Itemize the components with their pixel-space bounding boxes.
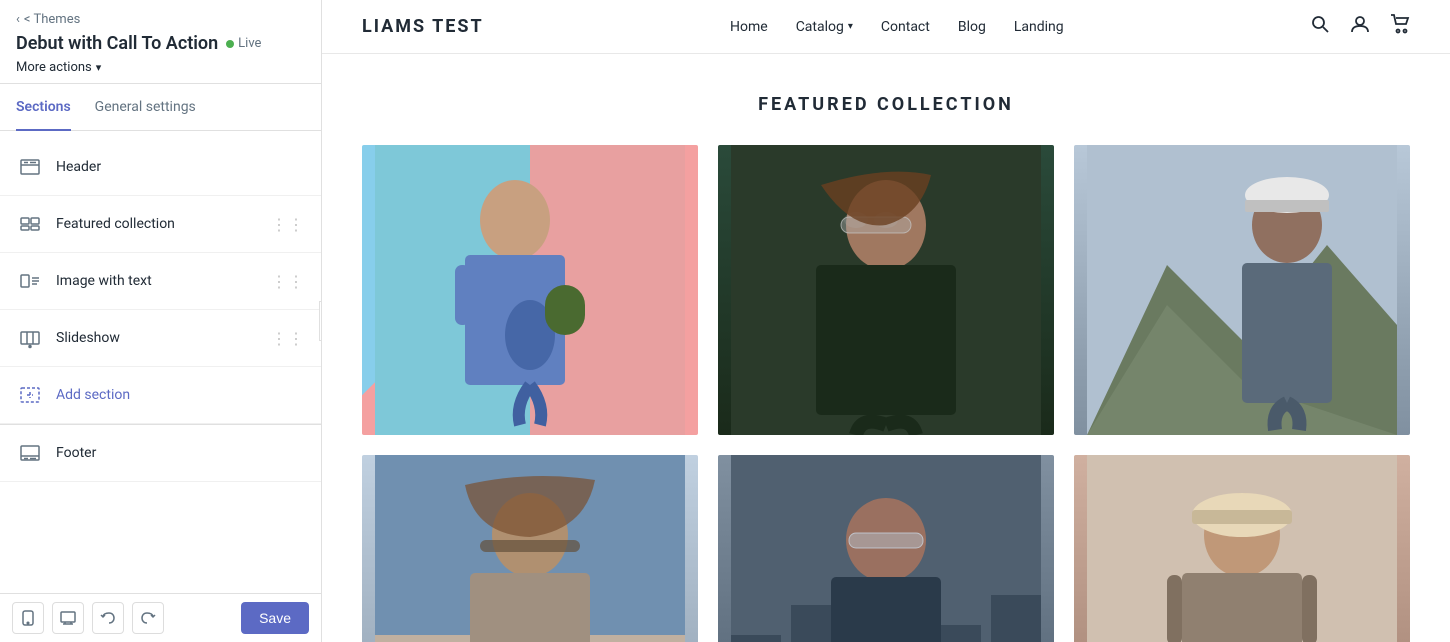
section-slideshow-label: Slideshow bbox=[56, 330, 271, 346]
section-item-slideshow[interactable]: Slideshow ⋮⋮ bbox=[0, 310, 321, 367]
store-nav: Home Catalog ▾ Contact Blog Landing bbox=[730, 19, 1064, 35]
sidebar-collapse-handle[interactable]: ‹ bbox=[319, 301, 322, 341]
product-card-3[interactable] bbox=[1074, 145, 1410, 435]
image-text-icon bbox=[16, 267, 44, 295]
section-item-image-with-text[interactable]: Image with text ⋮⋮ bbox=[0, 253, 321, 310]
undo-button[interactable] bbox=[92, 602, 124, 634]
store-logo: LIAMS TEST bbox=[362, 16, 484, 37]
nav-blog[interactable]: Blog bbox=[958, 19, 986, 35]
nav-catalog[interactable]: Catalog ▾ bbox=[796, 19, 853, 35]
product-image-2 bbox=[718, 145, 1054, 435]
collection-icon bbox=[16, 210, 44, 238]
more-actions-button[interactable]: More actions ▾ bbox=[16, 60, 305, 75]
desktop-preview-button[interactable] bbox=[52, 602, 84, 634]
product-card-4[interactable] bbox=[362, 455, 698, 642]
store-icons bbox=[1310, 14, 1410, 39]
sidebar-header: ‹ < Themes Debut with Call To Action Liv… bbox=[0, 0, 321, 84]
back-link[interactable]: ‹ < Themes bbox=[16, 12, 305, 27]
nav-landing[interactable]: Landing bbox=[1014, 19, 1064, 35]
drag-handle-image-text[interactable]: ⋮⋮ bbox=[271, 272, 305, 291]
footer-icon bbox=[16, 439, 44, 467]
featured-collection-section: FEATURED COLLECTION bbox=[322, 54, 1450, 642]
header-icon bbox=[16, 153, 44, 181]
section-featured-label: Featured collection bbox=[56, 216, 271, 232]
catalog-dropdown-icon: ▾ bbox=[848, 21, 853, 32]
nav-home[interactable]: Home bbox=[730, 19, 768, 35]
product-card-5[interactable] bbox=[718, 455, 1054, 642]
nav-contact[interactable]: Contact bbox=[881, 19, 930, 35]
add-section-icon bbox=[16, 381, 44, 409]
tab-general-settings[interactable]: General settings bbox=[95, 85, 196, 131]
add-section-button[interactable]: Add section bbox=[0, 367, 321, 424]
tabs-bar: Sections General settings bbox=[0, 84, 321, 131]
bottom-bar: Save bbox=[0, 593, 321, 642]
section-item-header[interactable]: Header bbox=[0, 139, 321, 196]
sidebar: ‹ < Themes Debut with Call To Action Liv… bbox=[0, 0, 322, 642]
add-section-label: Add section bbox=[56, 387, 130, 403]
redo-button[interactable] bbox=[132, 602, 164, 634]
product-card-6[interactable] bbox=[1074, 455, 1410, 642]
mobile-preview-button[interactable] bbox=[12, 602, 44, 634]
sections-list: Header Featured collection ⋮⋮ bbox=[0, 131, 321, 593]
account-icon[interactable] bbox=[1350, 14, 1370, 39]
section-item-footer[interactable]: Footer bbox=[0, 424, 321, 482]
live-badge: Live bbox=[226, 36, 261, 51]
theme-title: Debut with Call To Action Live bbox=[16, 33, 305, 54]
product-image-3 bbox=[1074, 145, 1410, 435]
featured-collection-title: FEATURED COLLECTION bbox=[362, 94, 1410, 115]
slideshow-icon bbox=[16, 324, 44, 352]
cart-icon[interactable] bbox=[1390, 14, 1410, 39]
section-image-text-label: Image with text bbox=[56, 273, 271, 289]
back-chevron-icon: ‹ bbox=[16, 12, 20, 27]
preview-area: LIAMS TEST Home Catalog ▾ Contact Blog L… bbox=[322, 0, 1450, 642]
drag-handle-slideshow[interactable]: ⋮⋮ bbox=[271, 329, 305, 348]
save-button[interactable]: Save bbox=[241, 602, 309, 634]
product-grid bbox=[362, 145, 1410, 642]
theme-name-label: Debut with Call To Action bbox=[16, 33, 218, 54]
product-image-4 bbox=[362, 455, 698, 642]
tab-sections[interactable]: Sections bbox=[16, 85, 71, 131]
product-image-1 bbox=[362, 145, 698, 435]
product-card-2[interactable] bbox=[718, 145, 1054, 435]
drag-handle-featured[interactable]: ⋮⋮ bbox=[271, 215, 305, 234]
more-actions-label: More actions bbox=[16, 60, 92, 75]
more-actions-chevron-icon: ▾ bbox=[96, 61, 102, 74]
section-item-featured-collection[interactable]: Featured collection ⋮⋮ bbox=[0, 196, 321, 253]
section-footer-label: Footer bbox=[56, 445, 305, 461]
live-label: Live bbox=[238, 36, 261, 51]
product-image-5 bbox=[718, 455, 1054, 642]
live-dot-icon bbox=[226, 40, 234, 48]
product-card-1[interactable] bbox=[362, 145, 698, 435]
product-image-6 bbox=[1074, 455, 1410, 642]
back-link-label: < Themes bbox=[24, 12, 80, 27]
section-header-label: Header bbox=[56, 159, 305, 175]
store-header: LIAMS TEST Home Catalog ▾ Contact Blog L… bbox=[322, 0, 1450, 54]
search-icon[interactable] bbox=[1310, 14, 1330, 39]
